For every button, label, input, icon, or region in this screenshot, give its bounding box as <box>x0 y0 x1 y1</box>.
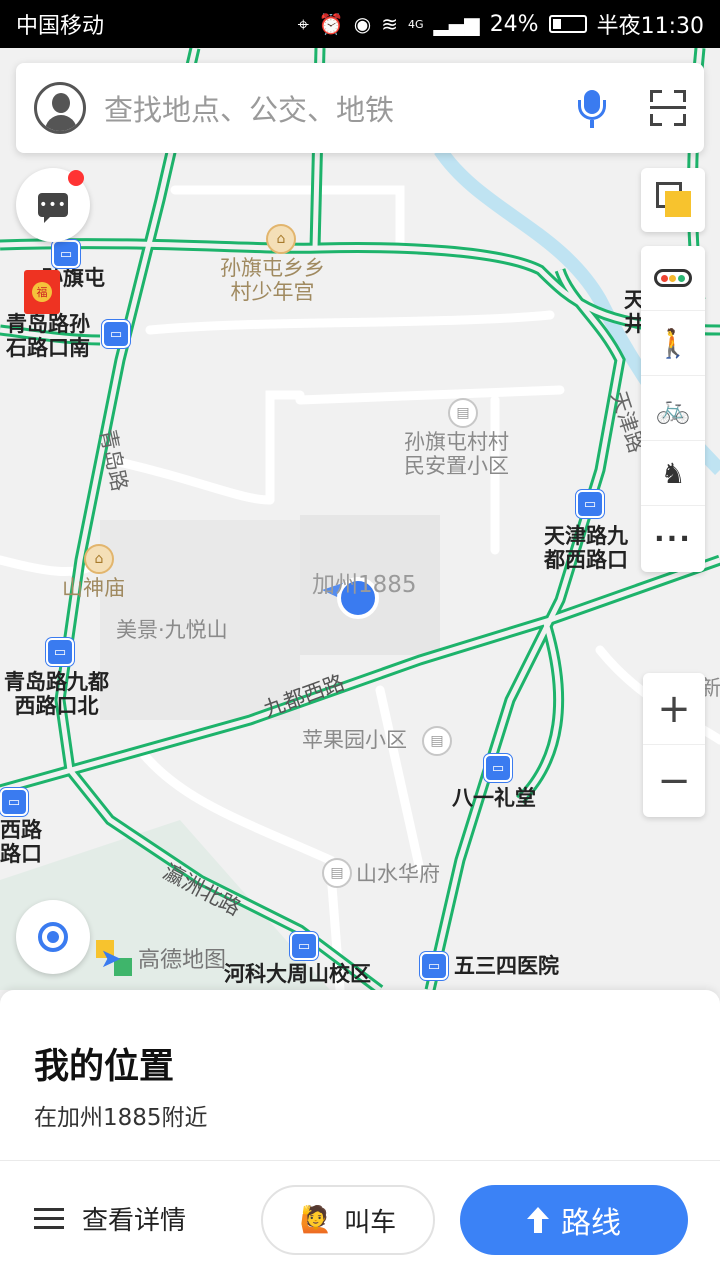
walk-mode-button[interactable]: 🚶 <box>641 311 705 376</box>
label-pingguoyuan[interactable]: 苹果园小区 <box>302 728 407 752</box>
signal-icon: ▂▄▆ <box>433 12 480 36</box>
message-icon: ••• <box>38 193 68 223</box>
map-tools-panel: 🚶 🚲 ♞ ··· <box>641 246 705 572</box>
label-qingdao-sunshi[interactable]: 青岛路孙 石路口南 <box>6 312 90 360</box>
search-bar[interactable]: 查找地点、公交、地铁 <box>16 63 704 153</box>
bus-stop-icon[interactable]: ▭ <box>102 320 130 348</box>
status-icons: ⌖ ⏰ ◉ ≋ 4G ▂▄▆ 24% 半夜11:30 <box>298 8 704 40</box>
label-jiazhou[interactable]: 加州1885 <box>312 572 417 598</box>
temple-icon[interactable]: ⌂ <box>84 544 114 574</box>
map-roads <box>0 48 720 993</box>
label-shanshen-temple[interactable]: 山神庙 <box>62 576 125 600</box>
walker-icon: 🚶 <box>655 326 691 360</box>
resettle-icon[interactable]: ▤ <box>448 398 478 428</box>
scan-icon[interactable] <box>650 90 686 126</box>
label-tianjin-jiudu[interactable]: 天津路九 都西路口 <box>544 524 628 572</box>
traffic-toggle[interactable] <box>641 246 705 311</box>
pingguoyuan-icon[interactable]: ▤ <box>422 726 452 756</box>
label-shanshui[interactable]: 山水华府 <box>356 862 440 886</box>
route-button[interactable]: 路线 <box>460 1185 688 1255</box>
label-meijing[interactable]: 美景·九悦山 <box>116 618 228 642</box>
status-bar: 中国移动 ⌖ ⏰ ◉ ≋ 4G ▂▄▆ 24% 半夜11:30 <box>0 0 720 48</box>
amap-logo: ➤ 高德地图 <box>96 940 226 976</box>
battery-icon <box>548 15 587 33</box>
locate-icon <box>38 922 68 952</box>
red-packet-icon[interactable]: 福 <box>24 270 60 314</box>
label-xi-road[interactable]: 西路 路口 <box>0 818 42 866</box>
location-panel: 我的位置 在加州1885附近 查看详情 🙋 叫车 路线 <box>0 990 720 1280</box>
list-icon <box>34 1207 64 1230</box>
bus-stop-icon[interactable]: ▭ <box>52 240 80 268</box>
bus-stop-icon[interactable]: ▭ <box>576 490 604 518</box>
traffic-icon <box>654 269 692 287</box>
bicycle-icon: 🚲 <box>655 391 691 425</box>
more-tools-button[interactable]: ··· <box>641 506 705 571</box>
amap-logo-icon: ➤ <box>96 940 132 976</box>
more-icon: ··· <box>654 522 692 555</box>
route-arrow-icon <box>527 1207 549 1233</box>
view-details-button[interactable]: 查看详情 <box>34 1200 186 1237</box>
location-status-icon: ⌖ <box>297 12 309 36</box>
label-qingdao-jiudu[interactable]: 青岛路九都 西路口北 <box>4 670 109 718</box>
label-bayi[interactable]: 八一礼堂 <box>452 786 536 810</box>
battery-percent: 24% <box>489 11 539 37</box>
divider <box>0 1160 720 1161</box>
call-taxi-label: 叫车 <box>344 1207 397 1238</box>
shanshui-icon[interactable]: ▤ <box>322 858 352 888</box>
passenger-icon: 🙋 <box>299 1205 333 1235</box>
clock: 半夜11:30 <box>596 14 704 39</box>
horse-icon: ♞ <box>660 456 686 490</box>
layers-button[interactable] <box>641 168 705 232</box>
label-wusansi[interactable]: 五三四医院 <box>454 954 559 978</box>
zoom-out-button[interactable]: − <box>643 745 705 817</box>
label-resettle[interactable]: 孙旗屯村村 民安置小区 <box>404 430 509 478</box>
label-youth-palace[interactable]: 孙旗屯乡乡 村少年宫 <box>220 256 325 304</box>
label-heke[interactable]: 河科大周山校区 <box>224 962 371 986</box>
eye-comfort-icon: ◉ <box>353 12 372 36</box>
zoom-in-button[interactable]: + <box>643 673 705 745</box>
alarm-icon: ⏰ <box>318 12 344 36</box>
route-label: 路线 <box>561 1206 621 1241</box>
youth-palace-icon[interactable]: ⌂ <box>266 224 296 254</box>
view-details-label: 查看详情 <box>82 1206 187 1236</box>
carrier-name: 中国移动 <box>16 14 105 39</box>
search-input[interactable]: 查找地点、公交、地铁 <box>104 87 572 129</box>
horse-button[interactable]: ♞ <box>641 441 705 506</box>
panel-title: 我的位置 <box>34 1047 175 1087</box>
bike-mode-button[interactable]: 🚲 <box>641 376 705 441</box>
bus-stop-icon[interactable]: ▭ <box>420 952 448 980</box>
bus-stop-icon[interactable]: ▭ <box>0 788 28 816</box>
avatar[interactable] <box>34 82 86 134</box>
amap-logo-text: 高德地图 <box>138 948 227 973</box>
bus-stop-icon[interactable]: ▭ <box>46 638 74 666</box>
wifi-icon: ≋ <box>381 12 398 36</box>
microphone-icon[interactable] <box>572 88 612 128</box>
locate-me-button[interactable] <box>16 900 90 974</box>
zoom-controls: + − <box>643 673 705 817</box>
call-taxi-button[interactable]: 🙋 叫车 <box>261 1185 435 1255</box>
bus-stop-icon[interactable]: ▭ <box>484 754 512 782</box>
panel-subtitle: 在加州1885附近 <box>34 1105 208 1131</box>
network-type-label: 4G <box>408 17 424 31</box>
bus-stop-icon[interactable]: ▭ <box>290 932 318 960</box>
map-view[interactable]: 孙旗屯 ⌂ 孙旗屯乡乡 村少年宫 青岛路孙 石路口南 青岛路 ▤ 孙旗屯村村 民安置小… <box>0 48 720 993</box>
unread-badge <box>68 170 84 186</box>
